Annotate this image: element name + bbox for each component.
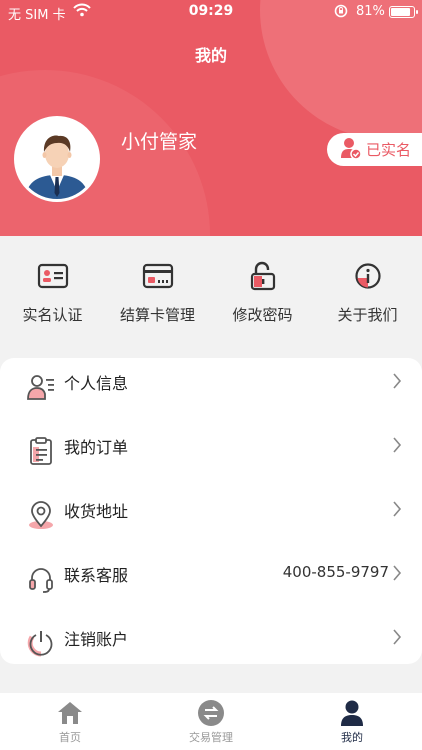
menu-item-customer-service[interactable]: 联系客服 400-855-9797: [0, 550, 422, 614]
menu-item-personal-info[interactable]: 个人信息: [0, 358, 422, 422]
power-icon: [26, 628, 56, 658]
home-icon: [0, 699, 140, 727]
info-icon: [315, 260, 420, 292]
quick-action-label: 关于我们: [337, 306, 398, 324]
menu-item-label: 个人信息: [64, 374, 129, 393]
battery-icon: [389, 6, 418, 18]
tab-label: 首页: [59, 731, 81, 744]
menu-item-label: 联系客服: [64, 566, 129, 585]
chevron-right-icon: [392, 371, 402, 391]
quick-action-label: 修改密码: [232, 306, 293, 324]
menu-item-shipping-address[interactable]: 收货地址: [0, 486, 422, 550]
battery-percent: 81%: [356, 4, 385, 19]
chevron-right-icon: [392, 435, 402, 455]
exchange-icon: [141, 699, 281, 727]
verified-badge[interactable]: 已实名: [327, 133, 422, 166]
chevron-right-icon: [392, 627, 402, 647]
verified-label: 已实名: [366, 141, 412, 159]
page-title: 我的: [194, 46, 227, 65]
user-info-icon: [26, 372, 56, 402]
tab-label: 我的: [341, 731, 363, 744]
rotation-lock-icon: [334, 4, 348, 22]
headset-icon: [26, 564, 56, 594]
unlock-icon: [210, 260, 315, 292]
username: 小付管家: [121, 131, 198, 153]
quick-actions: 实名认证 结算卡管理 修改密码 关于我们: [0, 236, 422, 348]
tab-home[interactable]: 首页: [0, 699, 140, 745]
chevron-right-icon: [392, 499, 402, 519]
quick-action-label: 实名认证: [22, 306, 83, 324]
order-clipboard-icon: [26, 436, 56, 466]
menu-item-my-orders[interactable]: 我的订单: [0, 422, 422, 486]
tab-transactions[interactable]: 交易管理: [141, 699, 281, 745]
location-pin-icon: [26, 500, 56, 530]
quick-action-about-us[interactable]: 关于我们: [315, 260, 420, 325]
menu-item-label: 注销账户: [64, 630, 129, 649]
menu-item-deactivate-account[interactable]: 注销账户: [0, 614, 422, 678]
avatar[interactable]: [14, 116, 100, 202]
quick-action-change-password[interactable]: 修改密码: [210, 260, 315, 325]
bank-card-icon: [105, 260, 210, 292]
profile-icon: [282, 699, 422, 727]
tab-bar: 首页 交易管理 我的: [0, 693, 422, 750]
menu-item-label: 我的订单: [64, 438, 129, 457]
verified-user-icon: [340, 136, 362, 164]
profile-header: 无 SIM 卡 09:29 81% 我的 小付管家 已实名: [0, 0, 422, 236]
tab-label: 交易管理: [189, 731, 233, 744]
quick-action-real-name[interactable]: 实名认证: [0, 260, 105, 325]
menu-item-label: 收货地址: [64, 502, 129, 521]
service-phone-number[interactable]: 400-855-9797: [283, 563, 389, 581]
id-card-icon: [0, 260, 105, 292]
tab-profile[interactable]: 我的: [282, 699, 422, 745]
quick-action-label: 结算卡管理: [119, 306, 195, 324]
status-bar: 无 SIM 卡 09:29 81%: [0, 0, 422, 24]
menu-list: 个人信息 我的订单 收货地址 联系客服 400-855-9797 注销账户: [0, 358, 422, 664]
quick-action-settlement-card[interactable]: 结算卡管理: [105, 260, 210, 325]
chevron-right-icon: [392, 563, 402, 583]
